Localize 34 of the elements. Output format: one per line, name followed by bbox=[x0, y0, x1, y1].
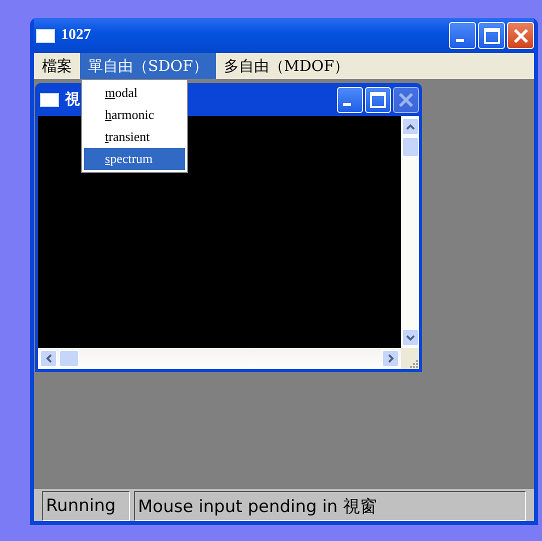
menu-item[interactable]: 檔案 bbox=[34, 53, 80, 79]
window-icon bbox=[36, 28, 55, 42]
scroll-thumb[interactable] bbox=[59, 350, 79, 367]
child-window-title: 視 bbox=[65, 90, 80, 109]
vertical-scrollbar[interactable] bbox=[401, 116, 419, 348]
close-button[interactable] bbox=[507, 22, 534, 49]
close-icon bbox=[398, 92, 414, 108]
chevron-right-icon bbox=[388, 354, 394, 363]
window-title: 1027 bbox=[61, 27, 92, 44]
maximize-icon bbox=[484, 28, 500, 44]
minimize-button[interactable] bbox=[337, 86, 363, 112]
dropdown-item[interactable]: spectrum bbox=[84, 148, 185, 170]
menu-item[interactable]: 多自由（MDOF） bbox=[216, 53, 358, 79]
status-pane: Running bbox=[42, 491, 130, 521]
minimize-icon bbox=[343, 103, 351, 106]
window-icon bbox=[40, 92, 59, 106]
resize-grip-icon bbox=[409, 359, 419, 369]
scroll-down-button[interactable] bbox=[402, 329, 418, 346]
scroll-thumb[interactable] bbox=[402, 137, 418, 157]
menu-item[interactable]: 單自由（SDOF） bbox=[80, 53, 216, 79]
minimize-icon bbox=[456, 39, 464, 42]
chevron-up-icon bbox=[406, 124, 414, 130]
scroll-left-button[interactable] bbox=[40, 350, 57, 367]
close-icon bbox=[512, 28, 528, 44]
maximize-button[interactable] bbox=[478, 22, 505, 49]
status-pane: Mouse input pending in 視窗 bbox=[134, 491, 526, 521]
chevron-left-icon bbox=[46, 354, 52, 363]
scroll-up-button[interactable] bbox=[402, 118, 418, 135]
minimize-button[interactable] bbox=[449, 22, 476, 49]
maximize-button[interactable] bbox=[365, 86, 391, 112]
chevron-down-icon bbox=[406, 334, 414, 340]
maximize-icon bbox=[370, 92, 386, 108]
scroll-right-button[interactable] bbox=[382, 350, 399, 367]
horizontal-scrollbar[interactable] bbox=[38, 348, 401, 369]
